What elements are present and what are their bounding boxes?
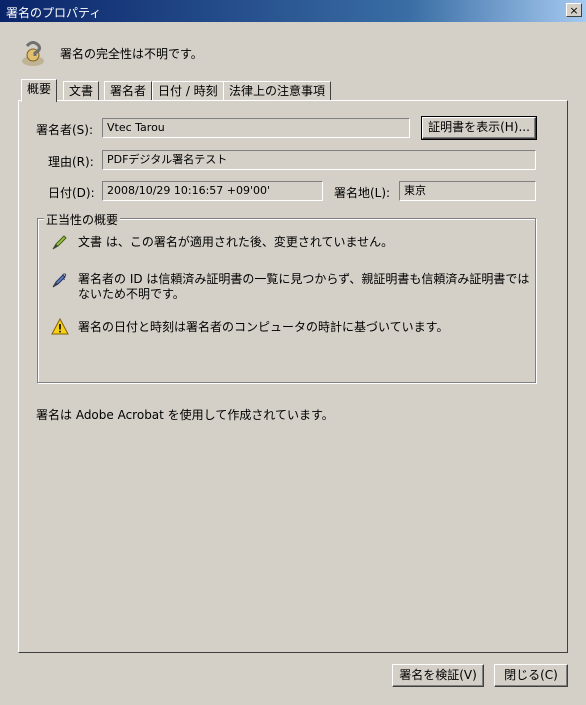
warning-icon [51, 318, 69, 335]
verify-signature-button[interactable]: 署名を検証(V) [392, 664, 484, 687]
date-field[interactable]: 2008/10/29 10:16:57 +09'00' [102, 181, 323, 201]
pen-question-icon: ? [52, 273, 67, 288]
validity-summary-title: 正当性の概要 [44, 211, 121, 228]
signer-label: 署名者(S): [36, 123, 94, 137]
close-button[interactable]: 閉じる(C) [494, 664, 568, 687]
reason-label: 理由(R): [48, 155, 94, 169]
tab-signer[interactable]: 署名者 [104, 81, 153, 101]
signature-status-text: 署名の完全性は不明です。 [60, 47, 203, 61]
svg-text:?: ? [62, 273, 67, 283]
signature-unknown-icon [22, 41, 44, 66]
signer-field[interactable]: Vtec Tarou [102, 118, 410, 138]
show-certificate-button[interactable]: 証明書を表示(H)... [421, 116, 537, 140]
validity-item-unchanged: 文書 は、この署名が適用された後、変更されていません。 [78, 235, 394, 249]
location-field[interactable]: 東京 [399, 181, 536, 201]
title-bar: 署名のプロパティ × [0, 0, 586, 22]
window-title: 署名のプロパティ [6, 6, 102, 20]
tab-summary[interactable]: 概要 [21, 79, 58, 102]
pen-check-icon [52, 235, 67, 250]
location-label: 署名地(L): [334, 186, 391, 200]
tab-legal-notice[interactable]: 法律上の注意事項 [223, 81, 332, 101]
tab-date-time[interactable]: 日付 / 時刻 [152, 81, 224, 101]
tab-document[interactable]: 文書 [63, 81, 100, 101]
reason-field[interactable]: PDFデジタル署名テスト [102, 150, 536, 170]
footer-note: 署名は Adobe Acrobat を使用して作成されています。 [36, 408, 334, 422]
close-icon[interactable]: × [566, 3, 582, 17]
validity-item-identity: 署名者の ID は信頼済み証明書の一覧に見つからず、親証明書も信頼済み証明書では… [78, 272, 530, 301]
date-label: 日付(D): [48, 186, 95, 200]
validity-item-timestamp: 署名の日付と時刻は署名者のコンピュータの時計に基づいています。 [78, 320, 449, 334]
